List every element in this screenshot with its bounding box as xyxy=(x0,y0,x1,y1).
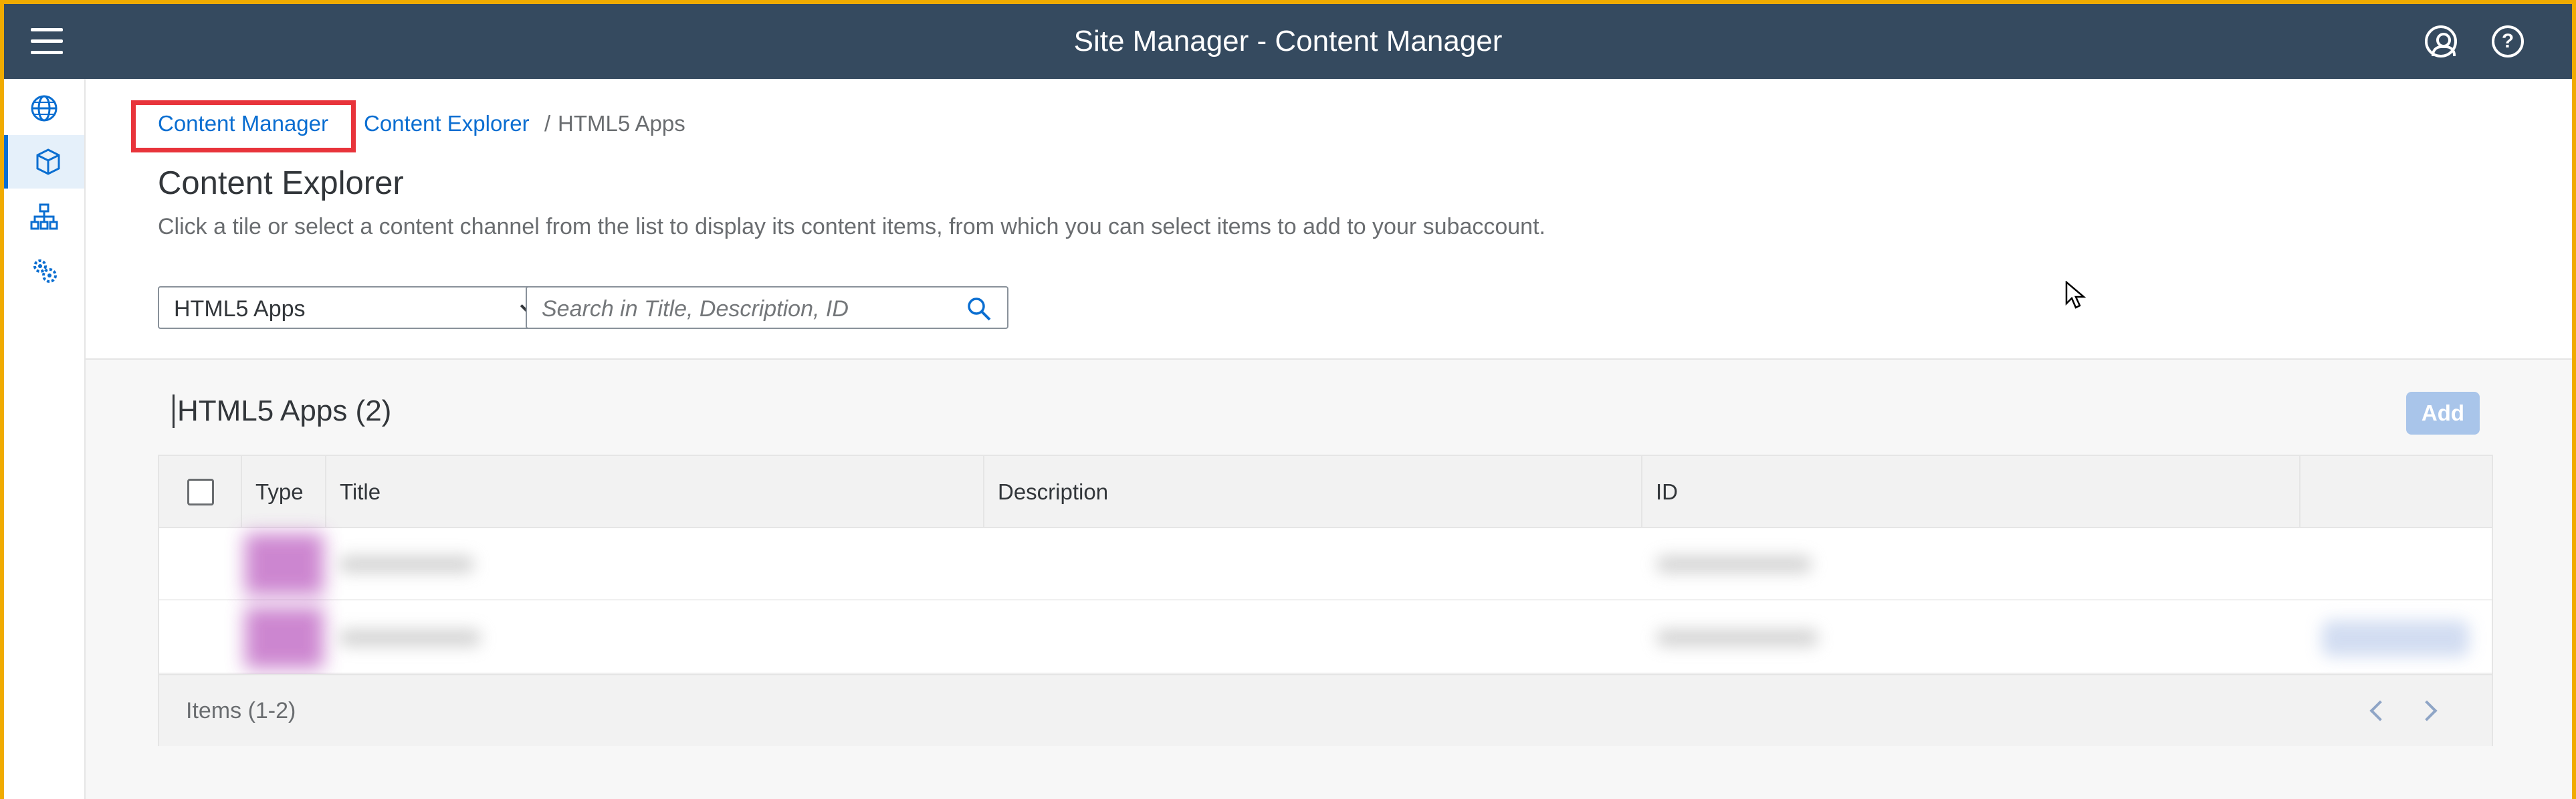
row-id-blurred xyxy=(1657,556,1811,572)
user-icon[interactable] xyxy=(2425,25,2457,58)
page-subtitle: Click a tile or select a content channel… xyxy=(158,214,1545,239)
column-actions xyxy=(2300,456,2493,528)
shell-title: Site Manager - Content Manager xyxy=(1073,25,1503,58)
main-content: Content Manager Content Explorer / HTML5… xyxy=(86,79,2572,799)
search-icon[interactable] xyxy=(966,296,992,322)
table-row[interactable] xyxy=(159,528,2492,600)
content-table: Type Title Description ID Items (1-2) xyxy=(158,455,2493,746)
select-all-cell xyxy=(159,456,242,528)
chevron-left-icon[interactable] xyxy=(2369,700,2391,721)
app-type-icon xyxy=(245,607,324,669)
hierarchy-icon xyxy=(30,203,58,230)
add-button[interactable]: Add xyxy=(2406,392,2480,435)
content-panel: HTML5 Apps (2) Add Type Title Descriptio… xyxy=(86,358,2572,799)
breadcrumb-current: HTML5 Apps xyxy=(558,111,685,136)
cube-icon xyxy=(36,148,60,175)
help-icon[interactable]: ? xyxy=(2492,25,2524,58)
row-id-blurred xyxy=(1657,630,1818,646)
mouse-cursor-icon xyxy=(2065,281,2086,309)
sidebar-item-settings[interactable] xyxy=(4,243,84,297)
table-header: Type Title Description ID xyxy=(159,456,2492,528)
row-action-button[interactable] xyxy=(2322,620,2469,657)
table-footer: Items (1-2) xyxy=(159,674,2492,746)
sidebar-item-content[interactable] xyxy=(4,135,84,189)
globe-icon xyxy=(31,95,58,122)
search-input[interactable]: Search in Title, Description, ID xyxy=(526,286,1008,329)
channel-select-value: HTML5 Apps xyxy=(174,296,306,322)
panel-title: HTML5 Apps (2) xyxy=(173,394,391,428)
channel-select[interactable]: HTML5 Apps xyxy=(158,286,552,329)
breadcrumb-content-explorer[interactable]: Content Explorer xyxy=(364,111,530,136)
chevron-right-icon[interactable] xyxy=(2416,700,2438,721)
settings-icon xyxy=(33,259,57,283)
column-title[interactable]: Title xyxy=(326,456,984,528)
sidebar-item-sites[interactable] xyxy=(4,82,84,135)
column-description[interactable]: Description xyxy=(984,456,1642,528)
row-title-blurred xyxy=(340,630,480,646)
row-title-blurred xyxy=(340,556,473,572)
shell-bar: Site Manager - Content Manager ? xyxy=(4,4,2572,79)
app-type-icon xyxy=(245,534,324,595)
table-row[interactable] xyxy=(159,602,2492,674)
items-count: Items (1-2) xyxy=(186,698,296,723)
column-id[interactable]: ID xyxy=(1642,456,2300,528)
column-type[interactable]: Type xyxy=(242,456,326,528)
select-all-checkbox[interactable] xyxy=(187,479,214,505)
page-title: Content Explorer xyxy=(158,165,404,201)
sidebar xyxy=(4,79,86,799)
breadcrumb-separator: / xyxy=(544,111,551,136)
breadcrumb-content-manager[interactable]: Content Manager xyxy=(158,111,328,136)
search-placeholder: Search in Title, Description, ID xyxy=(542,296,849,322)
sidebar-item-hierarchy[interactable] xyxy=(4,190,84,243)
